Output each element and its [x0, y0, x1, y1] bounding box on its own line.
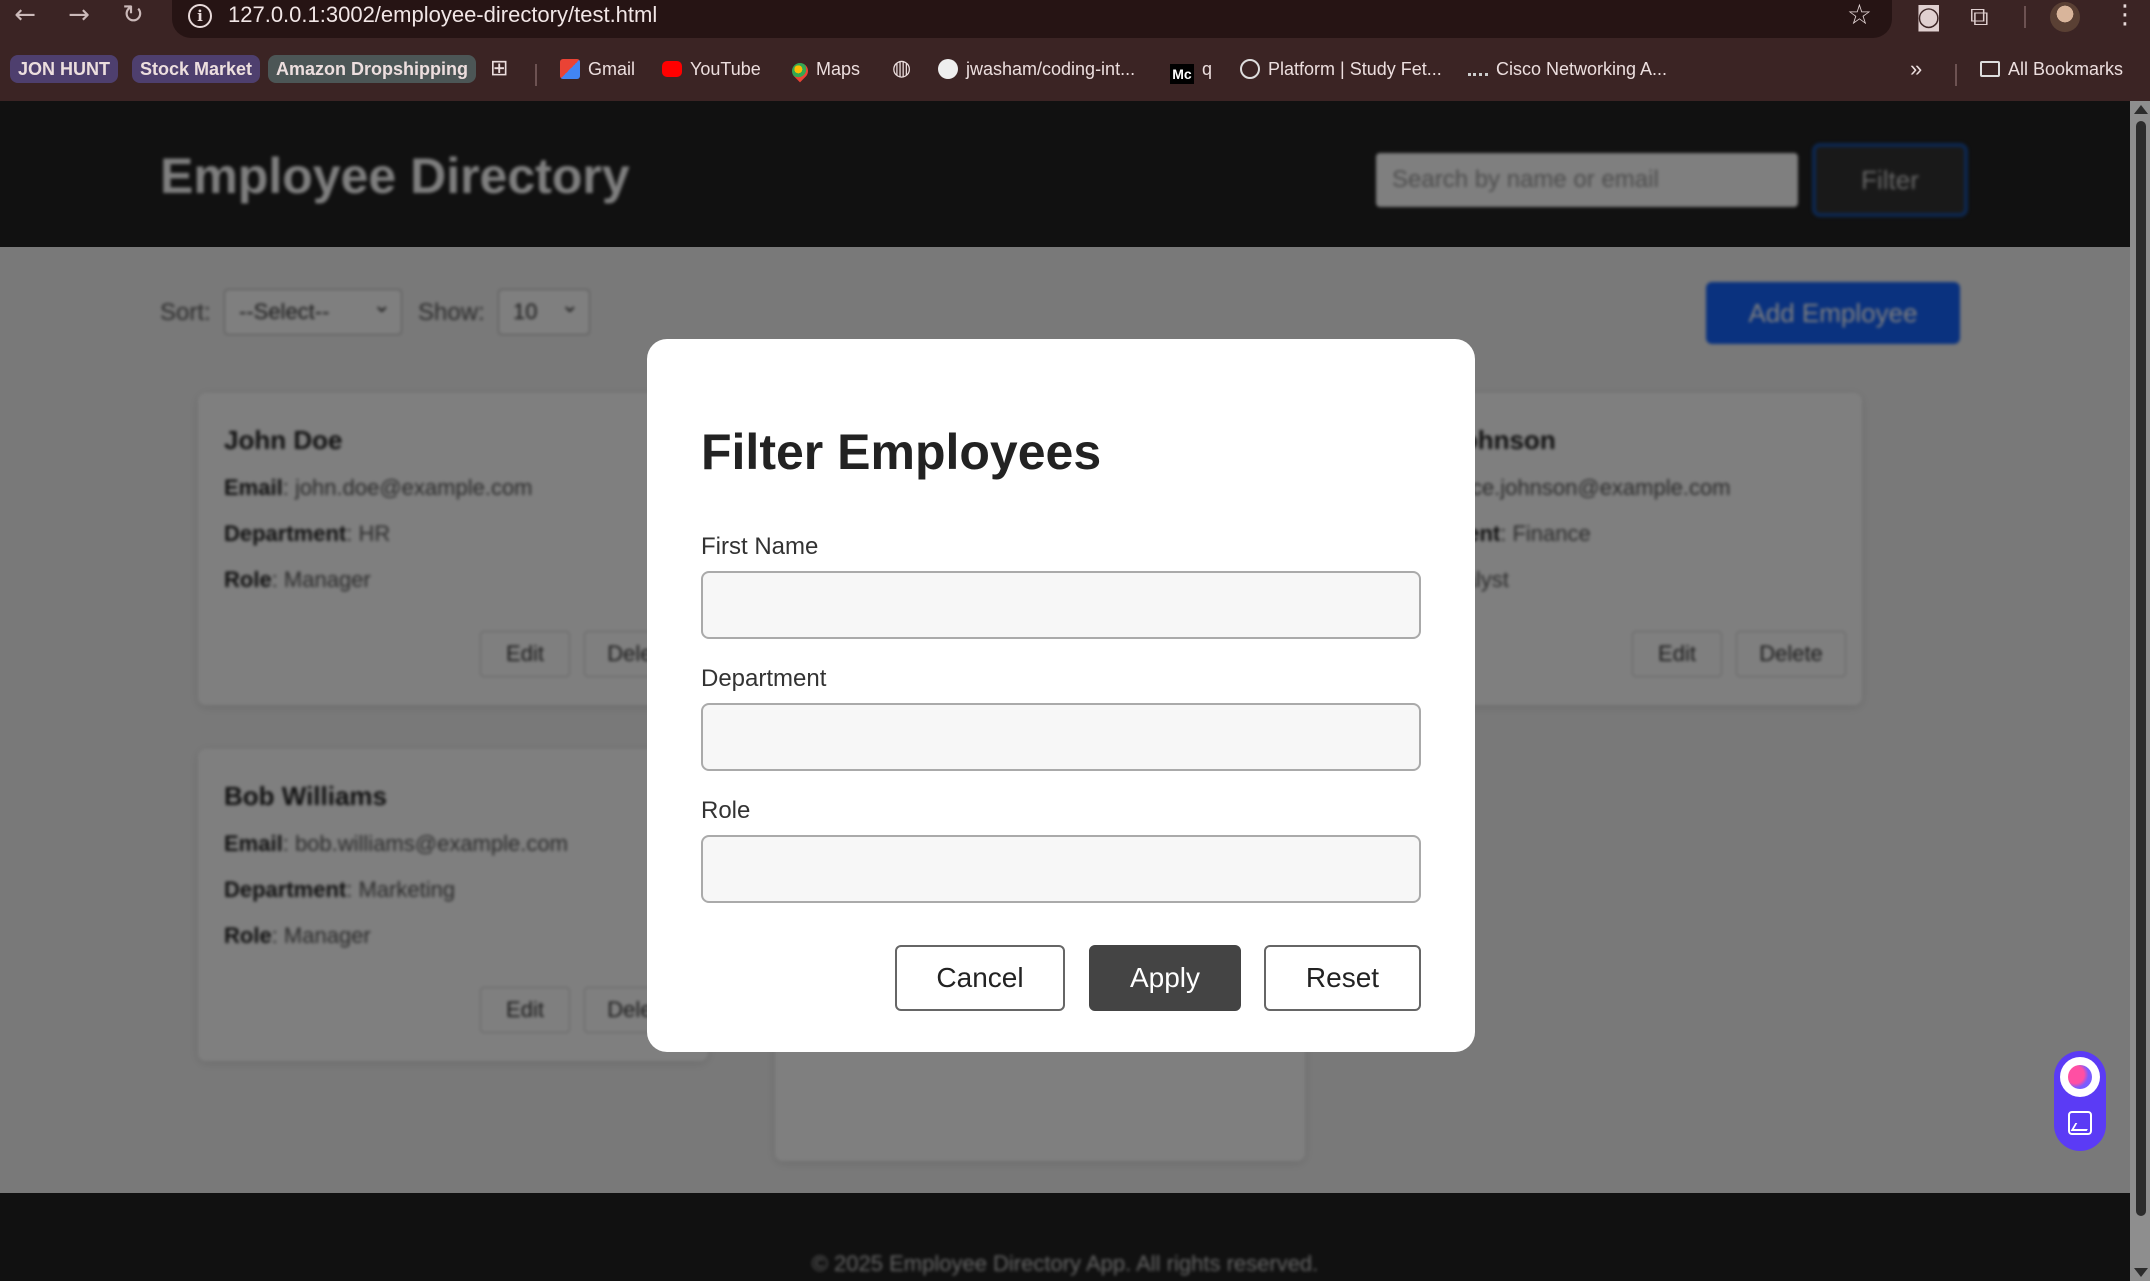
bookmark-q[interactable]: Mc q [1170, 52, 1212, 86]
bookmark-github[interactable]: jwasham/coding-int... [938, 52, 1135, 86]
bookmark-maps[interactable]: Maps [788, 52, 861, 86]
reset-button[interactable]: Reset [1264, 945, 1421, 1011]
image-search-icon[interactable] [2068, 1111, 2092, 1135]
bookmark-label: Maps [816, 59, 861, 79]
bookmark-platform-study[interactable]: Platform | Study Fet... [1240, 52, 1442, 86]
gmail-icon [560, 59, 580, 79]
bookmark-gmail[interactable]: Gmail [560, 52, 635, 86]
bookmark-cisco[interactable]: Cisco Networking A... [1468, 52, 1667, 86]
github-icon [938, 59, 958, 79]
bookmark-star-icon[interactable]: ☆ [1847, 0, 1872, 31]
bookmarks-bar: JON HUNT Stock Market Amazon Dropshippin… [0, 52, 2150, 88]
role-label: Role [701, 797, 751, 824]
page-scrollbar[interactable] [2130, 101, 2150, 1281]
apps-grid-icon[interactable]: ⊞ [490, 52, 508, 86]
scroll-down-icon[interactable] [2134, 1268, 2148, 1277]
bookmarks-divider [535, 64, 537, 86]
bookmark-label: Cisco Networking A... [1496, 59, 1668, 79]
reload-icon[interactable]: ↻ [116, 0, 150, 32]
filter-modal: Filter Employees First Name Department R… [647, 339, 1475, 1052]
bookmark-youtube[interactable]: YouTube [662, 52, 761, 86]
department-input[interactable] [701, 703, 1421, 771]
browser-chrome: ← → ↻ i 127.0.0.1:3002/employee-director… [0, 0, 2150, 101]
forward-arrow-icon[interactable]: → [62, 0, 96, 32]
study-fetch-icon [1240, 59, 1260, 79]
first-name-label: First Name [701, 533, 819, 560]
scrollbar-thumb[interactable] [2136, 121, 2146, 1216]
address-bar[interactable]: i 127.0.0.1:3002/employee-directory/test… [172, 0, 1892, 38]
all-bookmarks-label: All Bookmarks [2008, 59, 2124, 79]
bookmark-label: YouTube [690, 59, 761, 79]
role-input[interactable] [701, 835, 1421, 903]
maps-pin-icon [788, 59, 812, 83]
bookmarks-divider [1955, 64, 1957, 86]
profile-avatar[interactable] [2050, 2, 2080, 32]
youtube-icon [662, 61, 682, 77]
modal-title: Filter Employees [701, 424, 1102, 480]
site-info-icon[interactable]: i [188, 4, 212, 28]
department-label: Department [701, 665, 827, 692]
all-bookmarks[interactable]: All Bookmarks [1980, 52, 2123, 86]
bookmarks-overflow-icon[interactable]: » [1910, 52, 1922, 86]
assistant-orb-icon[interactable] [2060, 1057, 2100, 1097]
url-text[interactable]: 127.0.0.1:3002/employee-directory/test.h… [228, 2, 657, 28]
bookmark-label: Gmail [588, 59, 636, 79]
medium-icon: Mc [1170, 64, 1194, 84]
assistant-widget[interactable] [2054, 1051, 2106, 1151]
scroll-up-icon[interactable] [2134, 105, 2148, 114]
cisco-icon [1468, 62, 1488, 76]
back-arrow-icon[interactable]: ← [8, 0, 42, 32]
browser-menu-icon[interactable]: ⋮ [2112, 0, 2138, 30]
cancel-button[interactable]: Cancel [895, 945, 1065, 1011]
folder-icon [1980, 61, 2000, 77]
bookmark-label: q [1202, 59, 1213, 79]
bookmark-label: jwasham/coding-int... [966, 59, 1136, 79]
toolbar-divider [2024, 6, 2026, 28]
apply-button[interactable]: Apply [1089, 945, 1241, 1011]
globe-icon[interactable]: ◍ [892, 52, 911, 86]
extension-glasses-icon[interactable]: ◙ [1916, 2, 1941, 32]
bookmark-stock-market[interactable]: Stock Market [132, 55, 261, 83]
bookmark-label: Platform | Study Fet... [1268, 59, 1442, 79]
extensions-puzzle-icon[interactable]: ⧉ [1970, 2, 1989, 33]
bookmark-amazon-dropshipping[interactable]: Amazon Dropshipping [268, 55, 476, 83]
bookmark-jon-hunt[interactable]: JON HUNT [10, 55, 119, 83]
first-name-input[interactable] [701, 571, 1421, 639]
url-bar-row: ← → ↻ i 127.0.0.1:3002/employee-director… [0, 0, 2150, 38]
